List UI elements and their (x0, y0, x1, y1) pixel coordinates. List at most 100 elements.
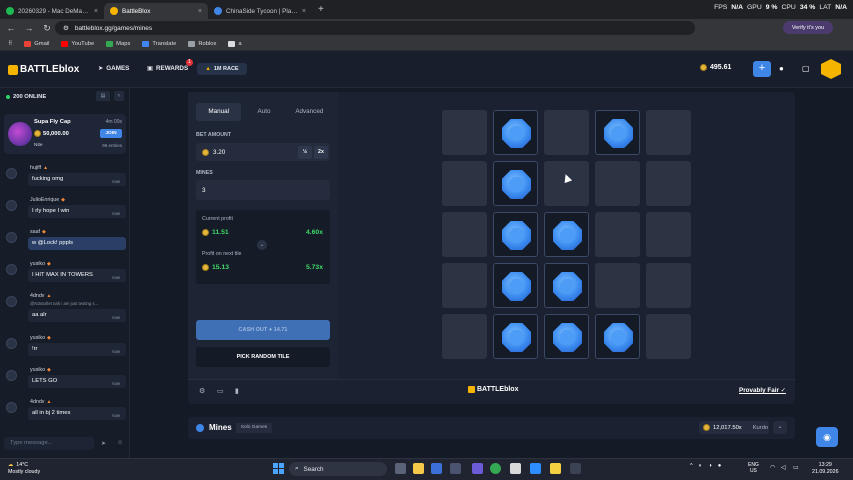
chat-username[interactable]: yusiko (30, 335, 45, 341)
chevron-up-icon[interactable]: ^ (690, 463, 693, 469)
avatar[interactable] (6, 168, 17, 179)
theatre-mode-icon[interactable]: ▭ (217, 387, 224, 395)
avatar[interactable] (6, 264, 17, 275)
half-bet-button[interactable]: ½ (298, 145, 312, 159)
bookmark-maps[interactable]: Maps (106, 40, 130, 47)
taskbar-search[interactable]: ⌕ Search (289, 462, 387, 476)
hidden-tile[interactable] (595, 212, 640, 257)
app-icon[interactable] (570, 463, 581, 474)
race-button[interactable]: ▲ 1M RACE (197, 63, 247, 75)
pick-random-tile-button[interactable]: PICK RANDOM TILE (196, 347, 330, 367)
send-icon[interactable]: ➤ (101, 440, 106, 447)
hidden-tile[interactable] (442, 110, 487, 155)
chevron-down-icon[interactable]: ⌄ (257, 240, 267, 250)
hidden-tile[interactable] (442, 161, 487, 206)
app-icon[interactable] (550, 463, 561, 474)
chat-username[interactable]: yusiko (30, 261, 45, 267)
hidden-tile[interactable] (646, 110, 691, 155)
file-explorer-icon[interactable] (413, 463, 424, 474)
emoji-icon[interactable]: ☺ (117, 440, 123, 446)
hidden-tile[interactable] (442, 263, 487, 308)
revealed-gem-tile[interactable] (544, 263, 589, 308)
double-bet-button[interactable]: 2x (314, 145, 328, 159)
revealed-gem-tile[interactable] (544, 212, 589, 257)
balance-display[interactable]: 495.61 (700, 64, 731, 71)
bookmark-roblox[interactable]: Roblox (188, 40, 216, 47)
settings-icon[interactable]: ⚙ (199, 387, 205, 395)
tab-mac-demarco[interactable]: 20260329 - Mac DeMarco × (0, 3, 104, 19)
close-icon[interactable]: × (198, 8, 202, 15)
collapse-sidebar-icon[interactable]: ‹ (114, 91, 124, 101)
hidden-tile[interactable] (646, 161, 691, 206)
gift-icon[interactable]: ▢ (802, 64, 810, 73)
tab-chinaside-tycoon[interactable]: ChinaSide Tycoon | Play on Robl × (208, 3, 312, 19)
app-icon[interactable] (510, 463, 521, 474)
bell-icon[interactable]: ● (779, 64, 784, 73)
avatar[interactable] (6, 370, 17, 381)
tab-battleblox[interactable]: BattleBlox × (104, 3, 208, 19)
avatar[interactable] (6, 296, 17, 307)
url-bar[interactable]: ⚙ battleblox.gg/games/mines (55, 21, 695, 35)
hidden-tile[interactable] (442, 212, 487, 257)
verify-button[interactable]: Verify it's you (783, 21, 833, 34)
tray-app-icon[interactable]: ◑ (708, 463, 712, 469)
hidden-tile[interactable] (595, 161, 640, 206)
windows-start-icon[interactable] (273, 463, 284, 474)
chat-username[interactable]: JulioEnrique (30, 197, 59, 203)
stats-icon[interactable]: ▮ (235, 387, 239, 395)
taskbar-clock[interactable]: 13:29 21.09.2026 (812, 462, 839, 476)
hidden-tile[interactable] (646, 212, 691, 257)
avatar[interactable] (6, 338, 17, 349)
bookmark-gmail[interactable]: Gmail (24, 40, 49, 47)
tray-app-icon[interactable]: ◐ (699, 463, 703, 469)
tab-advanced[interactable]: Advanced (287, 103, 332, 121)
close-icon[interactable]: × (302, 8, 306, 15)
new-tab-icon[interactable]: + (318, 4, 324, 15)
revealed-gem-tile[interactable] (493, 212, 538, 257)
tray-app-icon[interactable]: ● (718, 463, 722, 469)
chrome-icon[interactable] (490, 463, 501, 474)
back-icon[interactable]: ← (6, 23, 16, 33)
avatar[interactable] (6, 232, 17, 243)
hidden-tile[interactable] (544, 110, 589, 155)
volume-icon[interactable]: ◁ (781, 464, 786, 471)
site-logo[interactable]: BATTLEblox (8, 64, 79, 75)
revealed-gem-tile[interactable] (493, 161, 538, 206)
bookmark-a[interactable]: a (228, 40, 242, 47)
revealed-gem-tile[interactable] (595, 110, 640, 155)
close-icon[interactable]: × (94, 8, 98, 15)
language-indicator[interactable]: ENG US (748, 462, 759, 474)
bookmark-youtube[interactable]: YouTube (61, 40, 94, 47)
chat-username[interactable]: saaf (30, 229, 40, 235)
support-chat-button[interactable]: ◉ (816, 427, 838, 447)
deposit-button[interactable]: + (753, 61, 771, 77)
forward-icon[interactable]: → (24, 23, 34, 33)
task-view-icon[interactable] (395, 463, 406, 474)
hidden-tile[interactable] (646, 314, 691, 359)
wifi-icon[interactable]: ◠ (770, 464, 775, 471)
nav-rewards[interactable]: ▣ REWARDS (147, 65, 188, 72)
apps-icon[interactable]: ⠿ (8, 41, 12, 47)
revealed-gem-tile[interactable] (544, 314, 589, 359)
discord-icon[interactable] (472, 463, 483, 474)
nav-games[interactable]: ➤ GAMES (98, 65, 129, 72)
store-icon[interactable] (431, 463, 442, 474)
chat-input[interactable]: Type message... (4, 437, 94, 450)
tab-manual[interactable]: Manual (196, 103, 242, 121)
mines-count-field[interactable]: 3 (196, 180, 330, 200)
bookmark-translate[interactable]: Translate (142, 40, 176, 47)
reload-icon[interactable]: ↻ (42, 23, 52, 34)
bet-amount-field[interactable]: 3.20 ½ 2x (196, 143, 330, 161)
weather-widget[interactable]: ☁ 14°C Mostly cloudy (8, 462, 40, 476)
hidden-tile[interactable] (646, 263, 691, 308)
chat-username[interactable]: hujiff (30, 165, 41, 171)
chat-username[interactable]: 4dndv (30, 293, 44, 299)
provably-fair-link[interactable]: Provably Fair ✓ (739, 387, 786, 394)
chevron-down-icon[interactable]: ⌄ (773, 421, 787, 434)
hidden-tile[interactable] (595, 263, 640, 308)
revealed-gem-tile[interactable] (493, 314, 538, 359)
revealed-gem-tile[interactable] (493, 110, 538, 155)
top-wager[interactable]: 12,017.50x Kurdo (699, 421, 769, 434)
vpn-icon[interactable] (530, 463, 541, 474)
chat-username[interactable]: yusiko (30, 367, 45, 373)
